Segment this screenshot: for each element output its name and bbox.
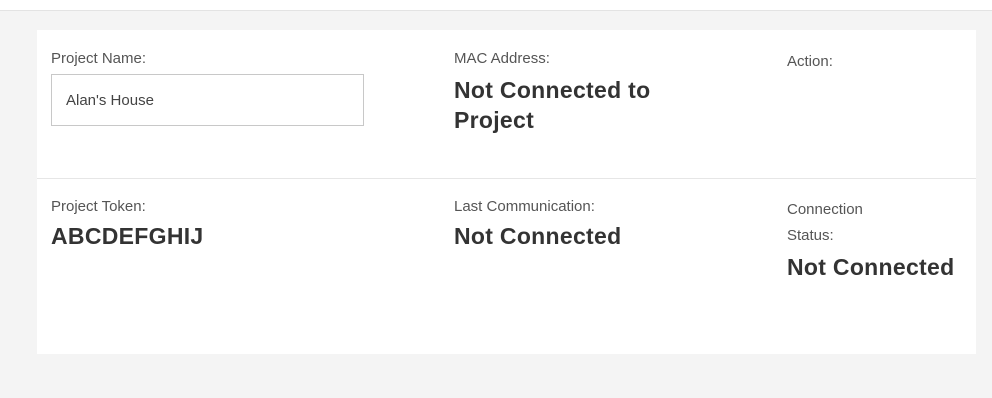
project-token-label: Project Token: <box>51 198 146 215</box>
action-cell: Action: <box>787 30 967 75</box>
project-token-cell: Project Token: ABCDEFGHIJ <box>51 179 411 251</box>
project-name-cell: Project Name: <box>51 30 411 126</box>
project-name-label: Project Name: <box>51 50 147 67</box>
connection-status-label: Connection Status: <box>787 201 863 244</box>
project-row-identity: Project Name: MAC Address: Not Connected… <box>37 30 976 178</box>
connection-status-value: Not Connected <box>787 254 955 280</box>
top-strip <box>0 0 992 11</box>
mac-address-cell: MAC Address: Not Connected to Project <box>454 30 754 135</box>
project-info-card: Project Name: MAC Address: Not Connected… <box>37 30 976 354</box>
project-name-input[interactable] <box>51 74 364 126</box>
mac-address-label: MAC Address: <box>454 50 550 67</box>
mac-address-value: Not Connected to Project <box>454 77 651 133</box>
last-communication-label: Last Communication: <box>454 198 595 215</box>
project-row-connection: Project Token: ABCDEFGHIJ Last Communica… <box>37 179 976 354</box>
action-label: Action: <box>787 53 833 70</box>
last-communication-cell: Last Communication: Not Connected <box>454 179 754 251</box>
project-token-value: ABCDEFGHIJ <box>51 223 204 249</box>
connection-status-cell: Connection Status: Not Connected <box>787 179 967 282</box>
last-communication-value: Not Connected <box>454 223 622 249</box>
